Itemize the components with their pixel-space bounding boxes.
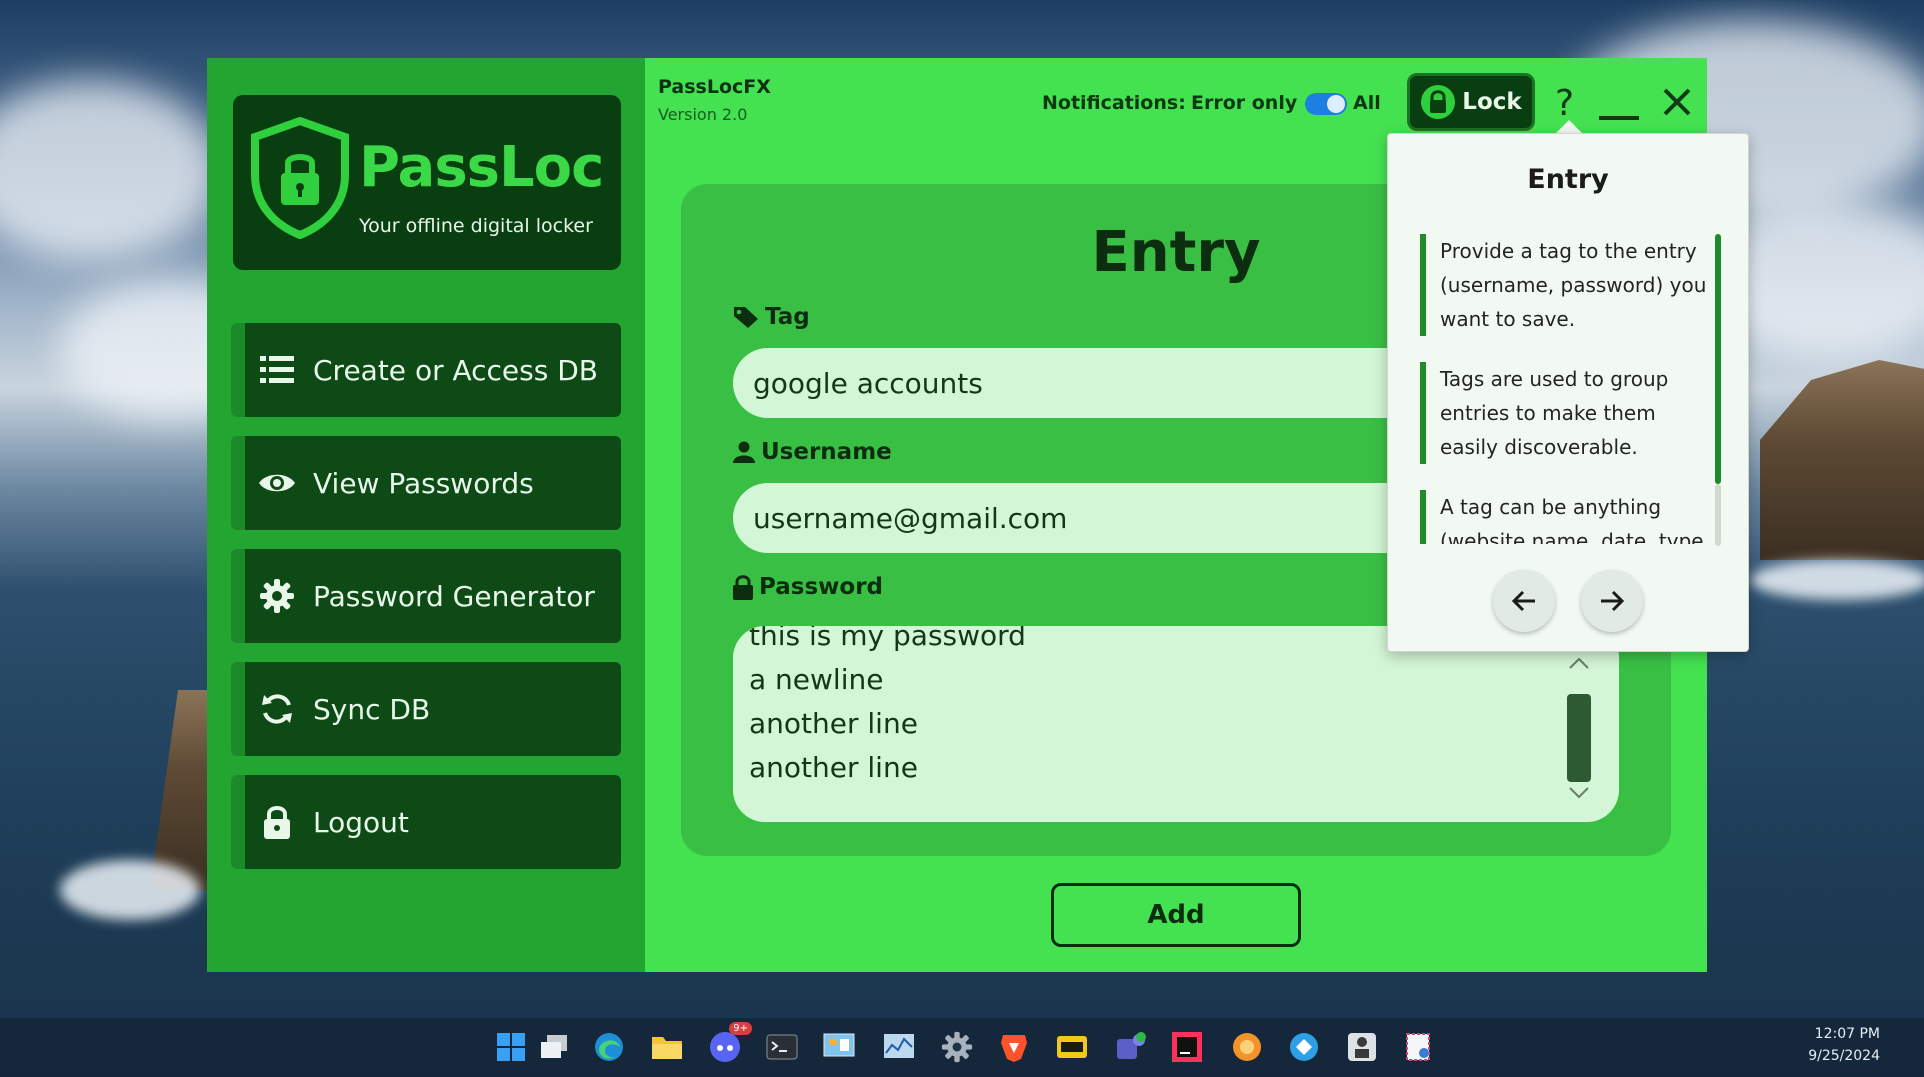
lock-button[interactable]: Lock <box>1407 73 1535 131</box>
logo-subtitle: Your offline digital locker <box>359 215 593 237</box>
close-icon[interactable] <box>1657 82 1697 122</box>
discord-icon[interactable]: 9+ <box>706 1022 752 1066</box>
teams-icon[interactable] <box>1112 1028 1150 1066</box>
discord-notification-badge: 9+ <box>729 1022 752 1035</box>
cloud <box>0 80 220 260</box>
settings-gear-icon[interactable] <box>938 1028 976 1066</box>
sidebar-item-sync-db[interactable]: Sync DB <box>231 662 621 756</box>
blue-app-icon[interactable] <box>1285 1028 1323 1066</box>
notifications-option-all: All <box>1353 92 1381 114</box>
chess-app-icon[interactable] <box>1343 1028 1381 1066</box>
add-button[interactable]: Add <box>1051 883 1301 947</box>
minimize-button[interactable] <box>1599 116 1639 120</box>
password-label-text: Password <box>759 574 883 600</box>
sidebar-item-password-generator[interactable]: Password Generator <box>231 549 621 643</box>
help-prev-button[interactable] <box>1493 570 1555 632</box>
password-line: another line <box>749 751 918 784</box>
windows-start-icon[interactable] <box>492 1028 530 1066</box>
gear-icon <box>257 576 297 616</box>
lock-icon <box>733 575 753 600</box>
popup-pointer <box>1555 120 1583 134</box>
help-paragraph: A tag can be anything (website name, dat… <box>1420 490 1710 544</box>
tag-label: Tag <box>733 304 810 330</box>
clock-date[interactable]: 9/25/2024 <box>1808 1048 1880 1064</box>
sidebar-item-create-or-access-db[interactable]: Create or Access DB <box>231 323 621 417</box>
taskbar: 9+ 12:07 PM 9/25/2024 <box>0 1018 1924 1077</box>
help-popup-scrollbar-track[interactable] <box>1715 484 1721 546</box>
arrow-right-icon <box>1601 590 1625 612</box>
username-label: Username <box>733 439 892 465</box>
notifications-label: Notifications: <box>1042 92 1186 114</box>
logo-title: PassLoc <box>359 135 604 200</box>
wave-foam <box>60 860 200 920</box>
lock-icon <box>1421 85 1456 119</box>
sync-icon <box>257 689 297 729</box>
pdf-reader-icon[interactable] <box>1053 1028 1091 1066</box>
toggle-knob <box>1327 95 1345 113</box>
eye-icon <box>257 463 297 503</box>
password-line: a newline <box>749 663 884 696</box>
help-popup: Entry Provide a tag to the entry (userna… <box>1387 133 1749 652</box>
database-icon <box>257 350 297 390</box>
task-view-icon[interactable] <box>535 1028 573 1066</box>
sidebar-item-label: Create or Access DB <box>313 353 599 387</box>
edge-browser-icon[interactable] <box>590 1028 628 1066</box>
help-popup-title: Entry <box>1527 164 1609 195</box>
sidebar: PassLoc Your offline digital locker Crea… <box>207 58 645 972</box>
password-textarea[interactable]: this is my password a newline another li… <box>733 626 1619 822</box>
wave-foam <box>1750 560 1924 600</box>
control-panel-icon[interactable] <box>820 1028 858 1066</box>
sidebar-item-label: Password Generator <box>313 579 595 613</box>
clock-time[interactable]: 12:07 PM <box>1815 1026 1880 1042</box>
password-label: Password <box>733 574 883 600</box>
chevron-down-icon[interactable] <box>1567 786 1591 800</box>
terminal-icon[interactable] <box>763 1028 801 1066</box>
sidebar-item-view-passwords[interactable]: View Passwords <box>231 436 621 530</box>
password-line: this is my password <box>749 626 1026 652</box>
app-title: PassLocFX <box>658 76 771 98</box>
tag-icon <box>734 307 758 328</box>
help-next-button[interactable] <box>1581 570 1643 632</box>
sidebar-item-label: View Passwords <box>313 466 534 500</box>
snipping-tool-icon[interactable] <box>1400 1028 1438 1066</box>
notifications-option-error-only: Error only <box>1191 92 1298 114</box>
brave-browser-icon[interactable] <box>995 1028 1033 1066</box>
username-label-text: Username <box>761 439 892 465</box>
shield-lock-icon <box>251 117 349 239</box>
app-version: Version 2.0 <box>658 105 748 124</box>
resource-monitor-icon[interactable] <box>880 1028 918 1066</box>
intellij-icon[interactable] <box>1168 1028 1206 1066</box>
sidebar-item-label: Logout <box>313 805 409 839</box>
orange-app-icon[interactable] <box>1228 1028 1266 1066</box>
password-line: another line <box>749 707 918 740</box>
help-paragraph: Tags are used to group entries to make t… <box>1420 362 1710 464</box>
logo-card: PassLoc Your offline digital locker <box>233 95 621 270</box>
help-popup-content[interactable]: Provide a tag to the entry (username, pa… <box>1420 234 1710 544</box>
sidebar-item-logout[interactable]: Logout <box>231 775 621 869</box>
password-scrollbar-thumb[interactable] <box>1567 694 1591 782</box>
lock-button-label: Lock <box>1462 89 1522 115</box>
cliff-right <box>1760 360 1924 560</box>
password-text: this is my password a newline another li… <box>749 626 1026 790</box>
help-popup-scrollbar-thumb[interactable] <box>1715 234 1721 484</box>
help-paragraph: Provide a tag to the entry (username, pa… <box>1420 234 1710 336</box>
chevron-up-icon[interactable] <box>1567 656 1591 670</box>
user-icon <box>733 441 755 463</box>
help-button[interactable]: ? <box>1555 83 1574 124</box>
tag-label-text: Tag <box>765 304 810 330</box>
lock-icon <box>257 802 297 842</box>
sidebar-item-label: Sync DB <box>313 692 431 726</box>
file-explorer-icon[interactable] <box>648 1028 686 1066</box>
notifications-toggle[interactable] <box>1305 93 1347 115</box>
arrow-left-icon <box>1511 590 1535 612</box>
